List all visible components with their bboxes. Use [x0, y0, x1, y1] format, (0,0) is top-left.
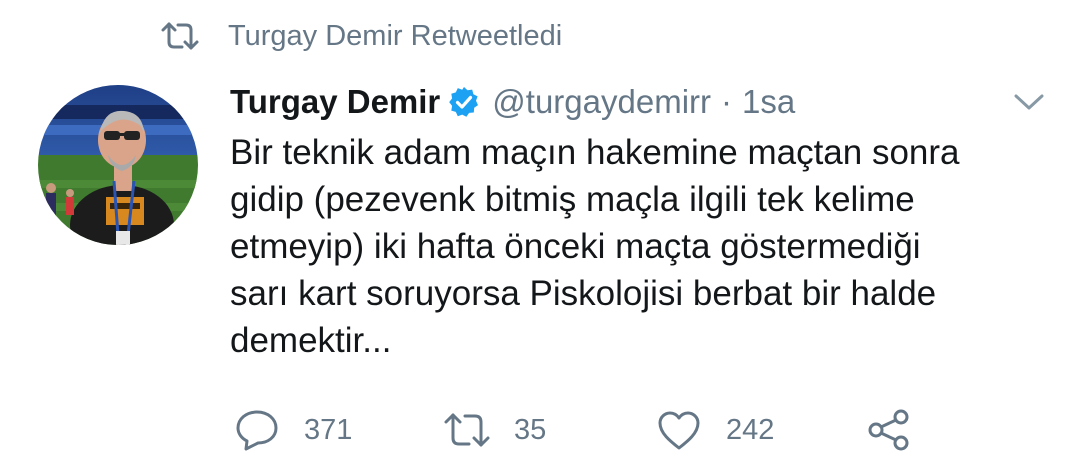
like-button[interactable]: 242	[654, 400, 774, 460]
verified-badge-icon	[448, 86, 480, 118]
retweet-button[interactable]: 35	[442, 400, 546, 460]
avatar[interactable]	[38, 85, 198, 245]
share-button[interactable]	[864, 400, 914, 460]
tweet-text: Bir teknik adam maçın hakemine maçtan so…	[230, 129, 1050, 364]
reply-count: 371	[304, 413, 353, 446]
author-name[interactable]: Turgay Demir	[230, 83, 440, 121]
retweet-icon	[160, 20, 200, 52]
author-handle[interactable]: @turgaydemirr	[492, 83, 711, 121]
avatar-photo	[38, 85, 198, 245]
retweet-context[interactable]: Turgay Demir Retweetledi	[160, 18, 562, 54]
timestamp[interactable]: 1sa	[742, 83, 795, 121]
tweet-text-line: Bir teknik adam maçın hakemine maçtan so…	[230, 133, 960, 172]
heart-icon	[654, 405, 704, 455]
separator-dot: ·	[721, 83, 733, 120]
like-count: 242	[726, 413, 775, 446]
share-icon	[864, 405, 914, 455]
tweet-text-line: gidip (pezevenk bitmiş maçla ilgili tek …	[230, 180, 915, 219]
tweet-menu-button[interactable]	[1010, 86, 1048, 118]
retweet-icon	[442, 405, 492, 455]
tweet-text-line: etmeyip) iki hafta önceki maçta gösterme…	[230, 227, 921, 266]
retweet-count: 35	[514, 413, 547, 446]
reply-button[interactable]: 371	[232, 400, 352, 460]
tweet-text-line: sarı kart soruyorsa Piskolojisi berbat b…	[230, 274, 937, 313]
reply-icon	[232, 405, 282, 455]
tweet[interactable]: Turgay Demir Retweetledi Turgay Demir @t…	[0, 0, 1080, 471]
chevron-down-icon	[1014, 94, 1044, 110]
retweet-context-text: Turgay Demir Retweetledi	[228, 19, 563, 52]
tweet-text-line: demektir...	[230, 321, 392, 360]
tweet-header: Turgay Demir @turgaydemirr · 1sa	[230, 80, 795, 124]
